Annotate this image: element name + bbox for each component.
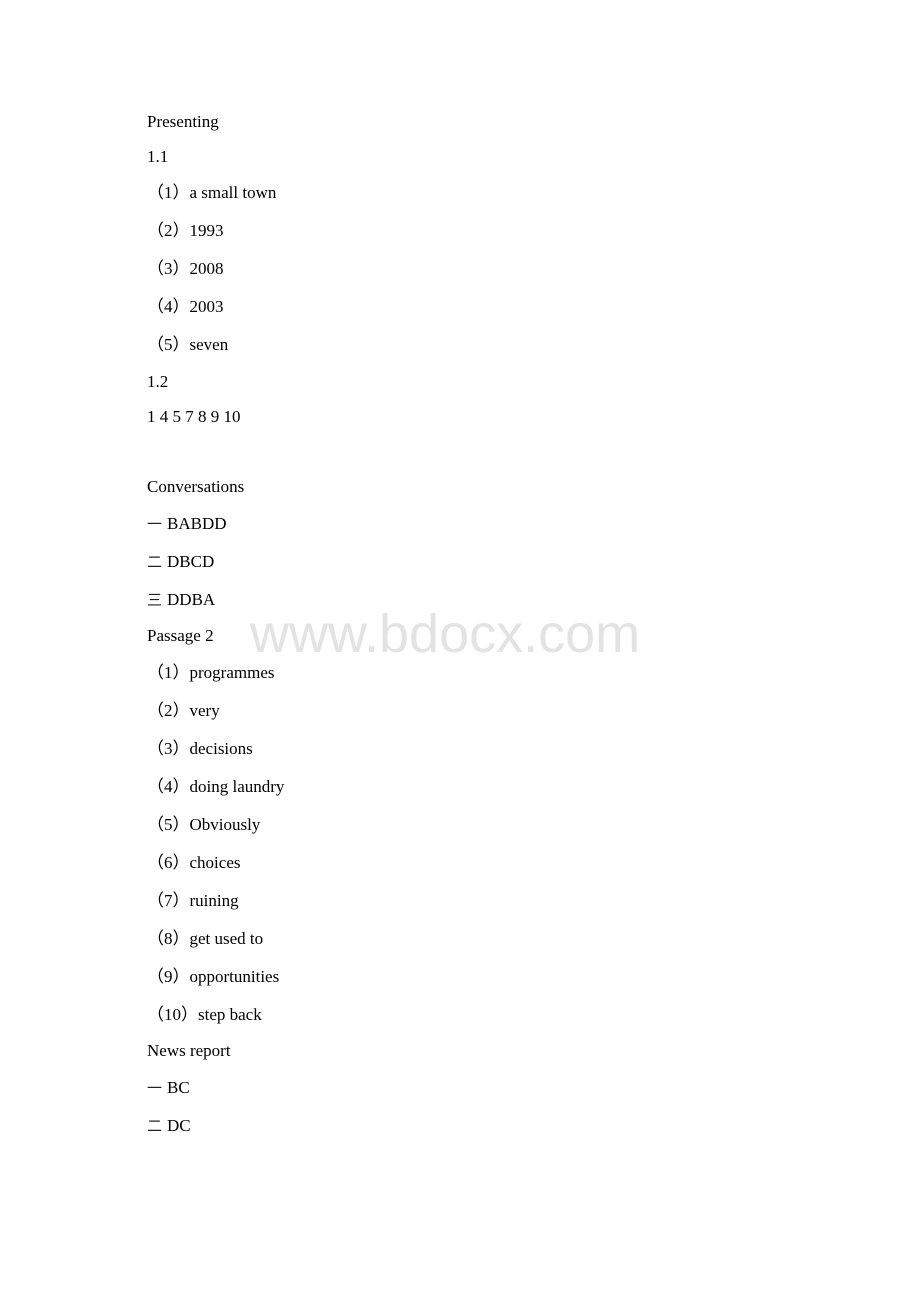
item-text: DDBA (167, 590, 216, 609)
answer-item: 一 BC (147, 1078, 190, 1098)
item-number: （2） (147, 701, 190, 720)
item-number: （5） (147, 335, 190, 354)
item-number: （6） (147, 853, 190, 872)
answer-item: 二 DC (147, 1116, 191, 1136)
item-text: DC (167, 1116, 191, 1135)
item-text: DBCD (167, 552, 215, 571)
item-number: （8） (147, 929, 190, 948)
subsection-label-1-1: 1.1 (147, 147, 169, 166)
item-number: （7） (147, 891, 190, 910)
item-number: （3） (147, 739, 190, 758)
answer-item: 三 DDBA (147, 590, 215, 610)
item-number: （4） (147, 297, 190, 316)
watermark: www.bdocx.com (250, 604, 641, 664)
answer-item: （2）very (147, 701, 220, 721)
item-text: programmes (189, 663, 275, 682)
answer-line-1-2: 1 4 5 7 8 9 10 (147, 407, 241, 426)
item-number: （3） (147, 259, 190, 278)
item-text: BABDD (167, 514, 227, 533)
answer-item: （3）decisions (147, 739, 253, 759)
answer-item: （10）step back (147, 1005, 262, 1025)
answer-item: （8）get used to (147, 929, 263, 949)
item-text: 2003 (189, 297, 224, 316)
item-number: （1） (147, 663, 190, 682)
answer-item: （4）doing laundry (147, 777, 284, 797)
item-text: BC (167, 1078, 190, 1097)
answer-item: （5）seven (147, 335, 228, 355)
item-text: doing laundry (189, 777, 285, 796)
item-text: 1993 (189, 221, 224, 240)
item-number: 一 (147, 515, 163, 533)
item-text: ruining (189, 891, 239, 910)
answer-item: （4）2003 (147, 297, 224, 317)
item-number: （9） (147, 967, 190, 986)
answer-item: （7）ruining (147, 891, 239, 911)
item-text: step back (198, 1005, 262, 1024)
answer-item: 二 DBCD (147, 552, 214, 572)
item-text: choices (189, 853, 241, 872)
answer-item: （9）opportunities (147, 967, 279, 987)
item-number: （4） (147, 777, 190, 796)
item-number: （2） (147, 221, 190, 240)
answer-item: （6）choices (147, 853, 240, 873)
item-text: seven (189, 335, 229, 354)
item-number: 一 (147, 1079, 163, 1097)
document-page: www.bdocx.com Presenting 1.1 （1）a small … (0, 0, 920, 1302)
answer-item: 一 BABDD (147, 514, 227, 534)
answer-item: （1）a small town (147, 183, 276, 203)
section-title-presenting: Presenting (147, 112, 219, 131)
answer-item: （1）programmes (147, 663, 274, 683)
item-text: 2008 (189, 259, 224, 278)
subsection-label-1-2: 1.2 (147, 372, 169, 391)
item-number: （5） (147, 815, 190, 834)
item-text: opportunities (189, 967, 280, 986)
item-text: a small town (189, 183, 277, 202)
item-number: （1） (147, 183, 190, 202)
item-number: 三 (147, 591, 163, 609)
item-number: （10） (147, 1005, 198, 1024)
section-title-passage-2: Passage 2 (147, 626, 214, 645)
section-title-conversations: Conversations (147, 477, 245, 496)
item-text: very (189, 701, 220, 720)
item-text: get used to (189, 929, 264, 948)
item-number: 二 (147, 1117, 163, 1135)
answer-item: （3）2008 (147, 259, 224, 279)
item-number: 二 (147, 553, 163, 571)
section-title-news-report: News report (147, 1041, 231, 1060)
answer-item: （5）Obviously (147, 815, 260, 835)
item-text: decisions (189, 739, 253, 758)
answer-item: （2）1993 (147, 221, 224, 241)
item-text: Obviously (189, 815, 261, 834)
